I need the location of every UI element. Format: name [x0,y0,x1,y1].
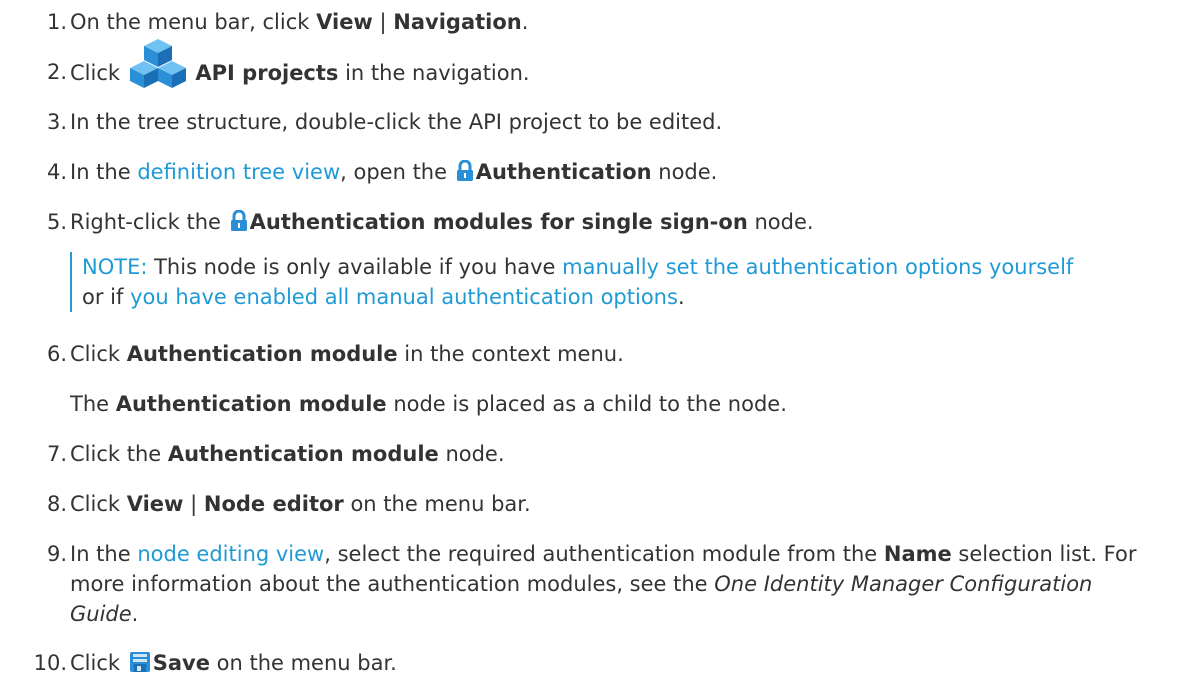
step-number: 8. [46,492,67,516]
lock-icon [456,160,473,181]
step-number: 7. [46,442,67,466]
step-text: In the [70,542,138,566]
step-text: Click [70,342,127,366]
step-text-end: in the navigation. [338,61,530,85]
authentication-label: Authentication [475,160,652,184]
note-text: This node is only available if you have [147,255,563,279]
step-number: 4. [46,160,67,184]
note-text: or if [82,285,131,309]
step-6-result: The Authentication module node is placed… [70,391,787,417]
step-text: On the menu bar, click [70,10,317,34]
separator: | [183,492,204,516]
step-number: 2. [46,60,67,84]
step-text-end: . [131,602,139,626]
step-text-end: node. [651,160,718,184]
step-text-end: in the context menu. [397,342,624,366]
save-icon [129,652,150,672]
result-text-end: node is placed as a child to the node. [386,392,787,416]
separator: | [372,10,394,34]
step-number: 5. [46,210,67,234]
step-text: Click the [70,442,168,466]
name-field-label: Name [883,542,952,566]
menu-view: View [316,10,373,34]
step-text: Click [70,492,127,516]
step-text: In the [70,160,138,184]
note-label: NOTE: [82,255,148,279]
enabled-options-link[interactable]: you have enabled all manual authenticati… [130,285,678,309]
step-number: 1. [46,10,67,34]
step-text-mid: , open the [340,160,454,184]
step-number: 9. [46,542,67,566]
step-text-end: on the menu bar. [343,492,531,516]
cubes-icon [129,39,186,88]
menu-navigation: Navigation [393,10,522,34]
step-text-end: node. [438,442,505,466]
node-editing-view-link[interactable]: node editing view [137,542,324,566]
step-text: In the tree structure, double-click the … [70,110,723,134]
step-text-end: on the menu bar. [209,651,397,675]
procedure: 1. On the menu bar, click View | Navigat… [0,0,1179,684]
step-text: Click [70,61,127,85]
lock-icon [230,210,247,231]
authentication-module-label: Authentication module [115,392,387,416]
step-text: Click [70,651,127,675]
step-text-end: node. [747,210,814,234]
step-number: 10. [33,651,67,675]
note-text-end: . [677,285,685,309]
step-text: Right-click the [70,210,228,234]
api-projects-label: API projects [195,61,339,85]
note-box: NOTE: This node is only available if you… [70,252,1082,312]
step-number: 6. [46,342,67,366]
menu-view: View [126,492,184,516]
step-text-mid: , select the required authentication mod… [324,542,884,566]
sso-modules-label: Authentication modules for single sign-o… [249,210,748,234]
save-label: Save [152,651,210,675]
manual-options-link[interactable]: manually set the authentication options … [562,255,1073,279]
definition-tree-view-link[interactable]: definition tree view [137,160,340,184]
step-text-end: . [521,10,529,34]
result-text: The [70,392,116,416]
step-number: 3. [46,110,67,134]
menu-node-editor: Node editor [203,492,344,516]
authentication-module-label: Authentication module [126,342,398,366]
authentication-module-label: Authentication module [167,442,439,466]
